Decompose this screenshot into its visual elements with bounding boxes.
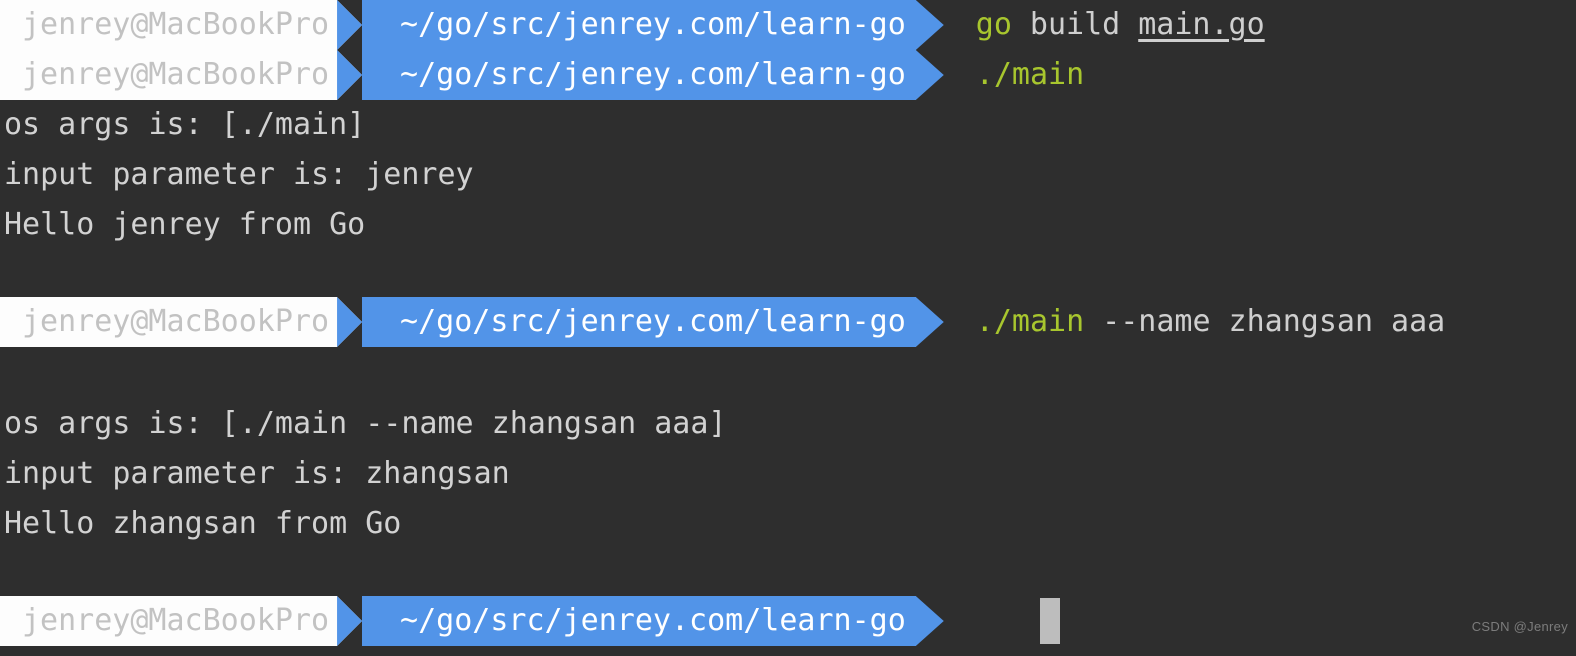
prompt-host-label: jenrey@MacBookPro (22, 603, 330, 638)
command-token-go: go (975, 7, 1012, 42)
prompt-path-label: ~/go/src/jenrey.com/learn-go (400, 57, 906, 92)
prompt-line-3: jenrey@MacBookPro ~/go/src/jenrey.com/le… (0, 297, 1576, 347)
prompt-host-label: jenrey@MacBookPro (22, 304, 330, 339)
prompt-line-1: jenrey@MacBookPro ~/go/src/jenrey.com/le… (0, 0, 1576, 50)
command-text-3: ./main --name zhangsan aaa (976, 297, 1445, 347)
prompt-host-segment: jenrey@MacBookPro (0, 50, 338, 100)
output-line: os args is: [./main] (4, 107, 366, 142)
prompt-path-segment: ~/go/src/jenrey.com/learn-go (362, 297, 916, 347)
output-line: os args is: [./main --name zhangsan aaa] (4, 406, 727, 441)
command-token-run-main: ./main (975, 304, 1085, 339)
command-token-value-zhangsan: zhangsan (1228, 304, 1374, 339)
prompt-path-label: ~/go/src/jenrey.com/learn-go (400, 7, 906, 42)
prompt-path-label: ~/go/src/jenrey.com/learn-go (400, 603, 906, 638)
prompt-host-segment: jenrey@MacBookPro (0, 596, 338, 646)
command-token-flag-name: --name (1102, 304, 1211, 339)
prompt-path-label: ~/go/src/jenrey.com/learn-go (400, 304, 906, 339)
command-token-run-main: ./main (975, 57, 1085, 92)
output-line: Hello zhangsan from Go (4, 506, 402, 541)
terminal-window: jenrey@MacBookPro ~/go/src/jenrey.com/le… (0, 0, 1576, 656)
prompt-host-segment: jenrey@MacBookPro (0, 0, 338, 50)
prompt-path-segment: ~/go/src/jenrey.com/learn-go (362, 596, 916, 646)
prompt-host-label: jenrey@MacBookPro (22, 57, 330, 92)
output-line: Hello jenrey from Go (4, 207, 366, 242)
output-line: input parameter is: jenrey (4, 157, 474, 192)
command-token-build: build (1029, 7, 1121, 42)
command-token-extra-aaa: aaa (1391, 304, 1446, 339)
watermark-label: CSDN @Jenrey (1471, 619, 1568, 634)
prompt-host-segment: jenrey@MacBookPro (0, 297, 338, 347)
prompt-line-4: jenrey@MacBookPro ~/go/src/jenrey.com/le… (0, 596, 1576, 646)
text-cursor[interactable] (1040, 598, 1060, 644)
command-token-maingo: main.go (1138, 7, 1265, 42)
output-line: input parameter is: zhangsan (4, 456, 510, 491)
prompt-path-segment: ~/go/src/jenrey.com/learn-go (362, 50, 916, 100)
prompt-path-segment: ~/go/src/jenrey.com/learn-go (362, 0, 916, 50)
command-text-2: ./main (976, 50, 1084, 100)
prompt-host-label: jenrey@MacBookPro (22, 7, 330, 42)
prompt-line-2: jenrey@MacBookPro ~/go/src/jenrey.com/le… (0, 50, 1576, 100)
command-text-1: go build main.go (976, 0, 1265, 50)
